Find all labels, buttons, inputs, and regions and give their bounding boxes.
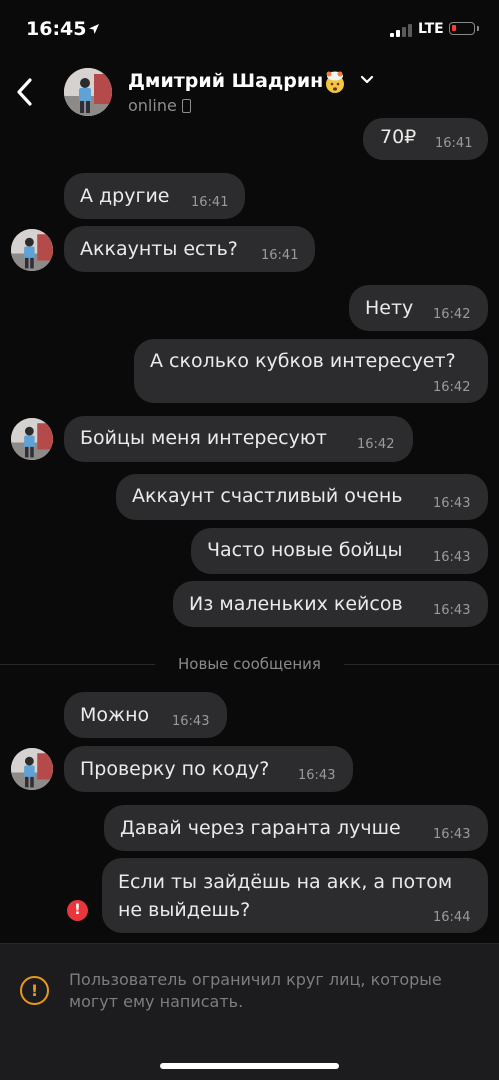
message-time: 16:43 (172, 714, 210, 729)
message-time: 16:43 (298, 768, 336, 783)
message-incoming[interactable]: Можно 16:43 (64, 692, 227, 738)
message-text: Из маленьких кейсов (189, 593, 403, 615)
new-messages-divider: Новые сообщения (178, 655, 321, 673)
sender-avatar[interactable] (11, 418, 53, 460)
message-incoming[interactable]: Аккаунты есть? 16:41 (64, 226, 315, 272)
battery-icon (449, 22, 479, 35)
message-text: Проверку по коду? (80, 758, 270, 780)
message-incoming[interactable]: А другие 16:41 (64, 173, 245, 219)
message-text: Если ты зайдёшь на акк, а потом (118, 871, 453, 893)
message-text: Можно (80, 704, 150, 726)
message-time: 16:42 (433, 307, 471, 322)
message-text: Часто новые бойцы (207, 539, 403, 561)
message-incoming[interactable]: Проверку по коду? 16:43 (64, 746, 353, 792)
message-time: 16:41 (191, 195, 229, 210)
chevron-down-icon[interactable] (360, 75, 374, 85)
message-outgoing[interactable]: Нету 16:42 (349, 285, 488, 331)
message-outgoing[interactable]: Давай через гаранта лучше 16:43 (104, 805, 488, 851)
message-text: Аккаунты есть? (80, 238, 238, 260)
network-type: LTE (418, 21, 444, 37)
message-text: Аккаунт счастливый очень (132, 485, 403, 507)
message-time: 16:42 (357, 437, 395, 452)
phone-icon (182, 99, 191, 113)
sender-avatar[interactable] (11, 748, 53, 790)
message-time: 16:41 (435, 136, 473, 151)
message-incoming[interactable]: Бойцы меня интересуют 16:42 (64, 416, 413, 462)
message-text: Нету (365, 297, 414, 319)
message-time: 16:41 (261, 248, 299, 263)
message-time: 16:43 (433, 603, 471, 618)
message-time: 16:44 (433, 910, 471, 925)
chevron-left-icon[interactable] (12, 74, 38, 110)
exploding-head-emoji-icon (326, 71, 344, 93)
send-failed-icon[interactable]: ! (67, 900, 88, 921)
message-text: А другие (80, 185, 170, 207)
message-time: 16:42 (433, 380, 471, 395)
message-time: 16:43 (433, 550, 471, 565)
restriction-notice-text: Пользователь ограничил круг лиц, которые… (69, 970, 442, 1011)
home-indicator[interactable] (160, 1063, 339, 1069)
restriction-notice: ! Пользователь ограничил круг лиц, котор… (0, 943, 499, 1080)
message-outgoing-failed[interactable]: Если ты зайдёшь на акк, а потом не выйде… (102, 858, 488, 933)
status-bar: 16:45 LTE (0, 0, 499, 58)
message-outgoing[interactable]: 70₽ 16:41 (363, 118, 488, 160)
message-outgoing[interactable]: Аккаунт счастливый очень 16:43 (116, 474, 488, 520)
message-text: 70₽ (380, 126, 417, 148)
message-list[interactable]: 70₽ 16:41 А другие 16:41 Аккаунты есть? … (0, 118, 499, 943)
message-outgoing[interactable]: А сколько кубков интересует? 16:42 (134, 339, 488, 403)
sender-avatar[interactable] (11, 229, 53, 271)
status-time: 16:45 (26, 18, 87, 40)
contact-name[interactable]: Дмитрий Шадрин (128, 70, 323, 92)
message-text-line2: не выйдешь? (118, 899, 251, 921)
warning-icon: ! (20, 976, 49, 1005)
message-text: А сколько кубков интересует? (150, 350, 456, 372)
message-text: Давай через гаранта лучше (120, 817, 401, 839)
message-outgoing[interactable]: Часто новые бойцы 16:43 (191, 528, 488, 574)
message-time: 16:43 (433, 827, 471, 842)
presence-status: online (128, 96, 177, 115)
message-outgoing[interactable]: Из маленьких кейсов 16:43 (173, 581, 488, 627)
location-arrow-icon (89, 24, 99, 34)
chat-screen: 16:45 LTE Дмитрий Шадрин online 70₽ 16:4… (0, 0, 499, 1080)
signal-strength-icon (390, 24, 414, 37)
message-time: 16:43 (433, 496, 471, 511)
contact-avatar[interactable] (64, 68, 112, 116)
message-text: Бойцы меня интересуют (80, 427, 327, 449)
